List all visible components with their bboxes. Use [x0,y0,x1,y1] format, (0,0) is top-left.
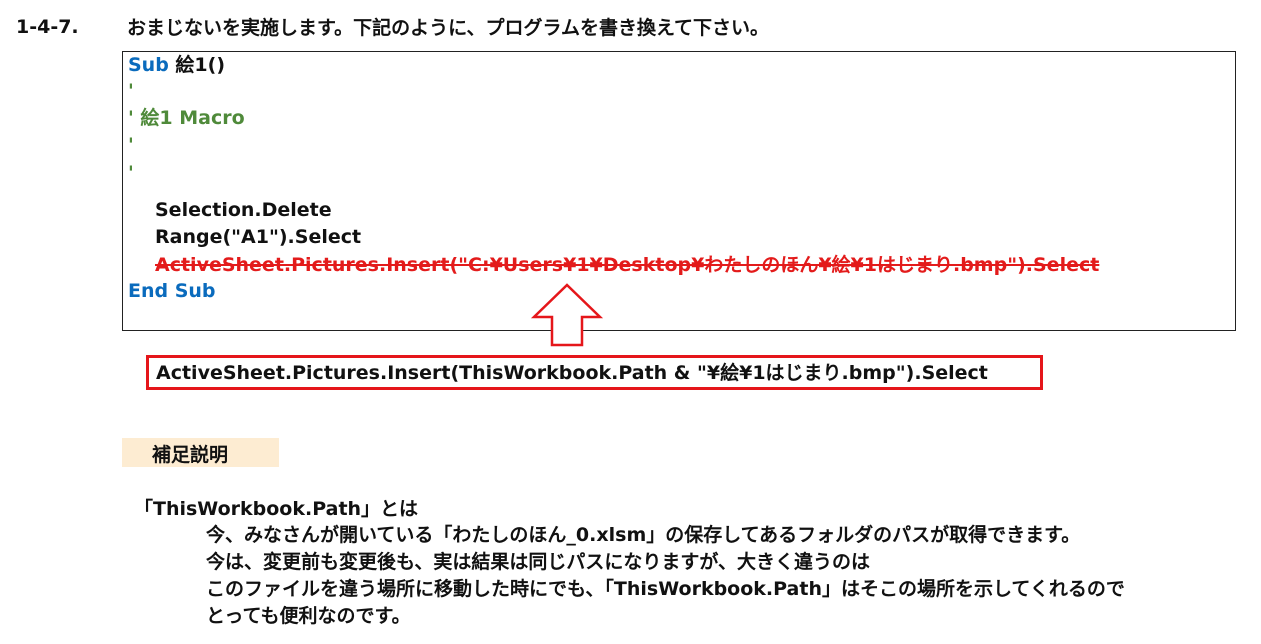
replacement-code-box: ActiveSheet.Pictures.Insert(ThisWorkbook… [146,355,1043,390]
code-comment-3: ' [128,134,134,156]
hollow-up-arrow-icon [530,283,604,347]
replacement-code-line: ActiveSheet.Pictures.Insert(ThisWorkbook… [156,362,988,384]
code-end-sub: End Sub [128,280,216,302]
note-heading-text: 補足説明 [152,444,229,466]
note-line-3: このファイルを違う場所に移動した時にでも、「ThisWorkbook.Path」… [206,578,1125,600]
step-number: 1-4-7. [16,16,79,38]
note-term: 「ThisWorkbook.Path」とは [134,498,419,520]
sub-name: 絵1() [168,54,226,76]
note-heading-label: 補足説明 [122,438,279,467]
sub-keyword: Sub [128,54,169,76]
code-box: Sub 絵1() ' ' 絵1 Macro ' ' Selection.Dele… [122,51,1236,331]
code-comment-4: ' [128,162,134,184]
code-comment-macro: ' 絵1 Macro [128,107,245,129]
code-line-range: Range("A1").Select [155,226,362,248]
code-line-delete: Selection.Delete [155,199,332,221]
code-comment-1: ' [128,80,134,102]
step-title: おまじないを実施します。下記のように、プログラムを書き換えて下さい。 [127,17,770,39]
code-line-sub: Sub 絵1() [128,52,225,78]
note-line-1: 今、みなさんが開いている「わたしのほん_0.xlsm」の保存してあるフォルダのパ… [206,524,1081,546]
code-line-old-insert: ActiveSheet.Pictures.Insert("C:¥Users¥1¥… [155,254,1100,276]
note-line-2: 今は、変更前も変更後も、実は結果は同じパスになりますが、大きく違うのは [206,551,871,573]
note-line-4: とっても便利なのです。 [206,605,411,627]
